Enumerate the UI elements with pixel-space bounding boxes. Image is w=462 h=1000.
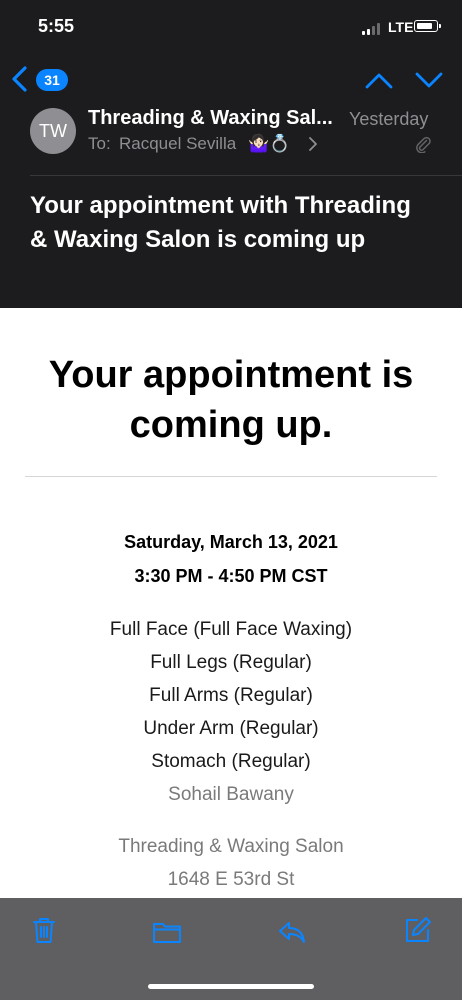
service-item: Full Legs (Regular) bbox=[150, 652, 312, 673]
services-list: Full Face (Full Face Waxing) Full Legs (… bbox=[0, 617, 462, 782]
chevron-right-icon[interactable] bbox=[308, 137, 318, 151]
battery-icon bbox=[414, 20, 441, 32]
appointment-time: 3:30 PM - 4:50 PM CST bbox=[134, 566, 328, 586]
recipient-emoji: 🤷🏻‍♀️💍 bbox=[248, 134, 291, 153]
service-item: Under Arm (Regular) bbox=[143, 718, 319, 739]
message-date: Yesterday bbox=[349, 109, 429, 129]
paperclip-icon bbox=[416, 136, 431, 153]
service-item: Stomach (Regular) bbox=[151, 751, 311, 772]
back-chevron-icon[interactable] bbox=[8, 64, 34, 94]
previous-message-icon[interactable] bbox=[364, 68, 394, 92]
compose-icon[interactable] bbox=[402, 915, 432, 945]
staff-name: Sohail Bawany bbox=[168, 784, 294, 805]
body-heading: Your appointment is coming up. bbox=[48, 354, 414, 446]
home-indicator[interactable] bbox=[148, 984, 314, 989]
status-bar: 5:55 LTE bbox=[0, 0, 462, 52]
appointment-date: Saturday, March 13, 2021 bbox=[124, 532, 338, 552]
trash-icon[interactable] bbox=[29, 915, 59, 945]
service-item: Full Face (Full Face Waxing) bbox=[109, 619, 353, 640]
salon-name: Threading & Waxing Salon bbox=[118, 836, 344, 857]
header-divider bbox=[30, 175, 462, 176]
battery-level bbox=[416, 22, 432, 29]
next-message-icon[interactable] bbox=[414, 68, 444, 92]
unread-count-badge[interactable]: 31 bbox=[36, 69, 68, 91]
service-item: Full Arms (Regular) bbox=[149, 685, 313, 706]
salon-address[interactable]: 1648 E 53rd St bbox=[0, 869, 462, 891]
sender-avatar[interactable]: TW bbox=[30, 108, 76, 154]
body-divider bbox=[25, 476, 437, 477]
sender-name[interactable]: Threading & Waxing Sal... bbox=[88, 107, 342, 130]
recipient-label: To: bbox=[88, 134, 111, 153]
reply-icon[interactable] bbox=[277, 917, 307, 947]
email-subject: Your appointment with Threading & Waxing… bbox=[30, 192, 411, 253]
status-time: 5:55 bbox=[38, 16, 75, 36]
signal-icon bbox=[362, 23, 384, 35]
network-label: LTE bbox=[388, 19, 414, 35]
recipient-name[interactable]: Racquel Sevilla bbox=[119, 134, 236, 154]
folder-icon[interactable] bbox=[152, 917, 182, 947]
